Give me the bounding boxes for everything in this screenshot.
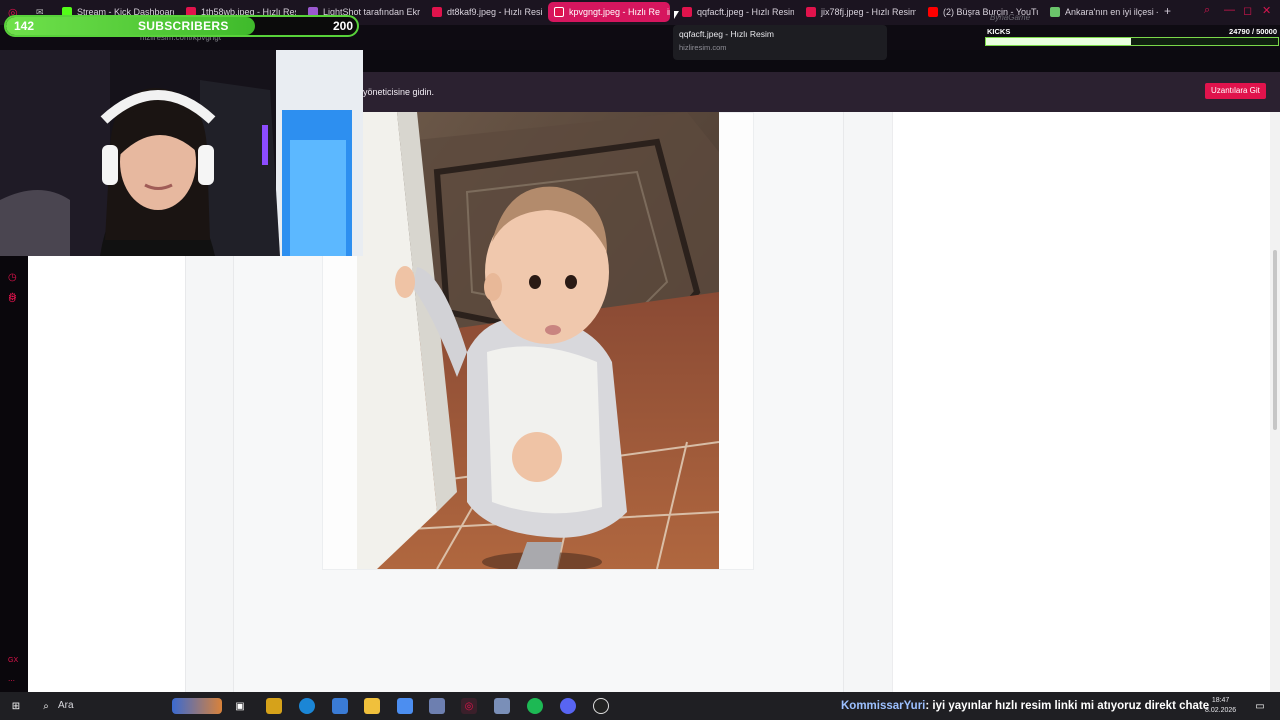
subscriber-current: 142 [14, 19, 35, 33]
kicks-progress-fill [986, 38, 1131, 45]
app-icon-1[interactable] [266, 698, 282, 714]
new-tab-icon[interactable]: + [1164, 4, 1171, 18]
tab-tooltip: qqfacft.jpeg - Hızlı Resim hizliresim.co… [673, 25, 887, 60]
kicks-goal-overlay: KICKS 24790 / 50000 [985, 24, 1279, 48]
task-view-icon[interactable]: ▣ [232, 698, 248, 714]
clock-date: 8.02.2026 [1205, 707, 1237, 714]
tab-dt8kaf9[interactable]: dt8kaf9.jpeg - Hızlı Resim [426, 2, 542, 22]
scrollbar-thumb[interactable] [1273, 250, 1277, 430]
toddler-photo-illustration [357, 112, 719, 569]
subscriber-label: SUBSCRIBERS [138, 19, 229, 33]
tab-jix78fj[interactable]: jix78fj.jpeg - Hızlı Resim [800, 2, 916, 22]
search-tabs-icon[interactable]: ⌕ [1204, 4, 1210, 17]
windows-start-icon[interactable]: ⊞ [8, 698, 24, 714]
discord-icon[interactable] [560, 698, 576, 714]
clock-time: 18:47 [1211, 697, 1230, 704]
subscriber-goal-bar: 142 SUBSCRIBERS 200 [4, 15, 359, 37]
settings-gear-icon[interactable]: ⚙ [8, 292, 17, 303]
kicks-label: KICKS [987, 27, 1011, 36]
go-to-extensions-button[interactable]: Uzantılara Git [1205, 83, 1266, 99]
more-icon[interactable]: ⋯ [8, 677, 15, 685]
tab-qqfacft[interactable]: qqfacft.jpeg - Hızlı Resim [676, 2, 794, 22]
tab-label: kpvgngt.jpeg - Hızlı Re [569, 7, 661, 17]
chat-username: KommissarYuri [841, 700, 926, 712]
system-clock[interactable]: 18:47 8.02.2026 [1205, 696, 1236, 716]
tab-label: Ankara'nın en iyi ilçesi - [1065, 7, 1158, 17]
tab-label: qqfacft.jpeg - Hızlı Resim [697, 7, 794, 17]
tooltip-title: qqfacft.jpeg - Hızlı Resim [679, 29, 774, 39]
close-window-icon[interactable]: ✕ [1262, 4, 1271, 17]
tooltip-domain: hizliresim.com [679, 43, 727, 52]
opera-gx-icon[interactable]: ◎ [461, 698, 477, 714]
player-icon[interactable]: ◷ [8, 272, 17, 283]
webcam-illustration [0, 50, 363, 256]
maximize-icon[interactable]: ◻ [1243, 4, 1252, 17]
minimize-icon[interactable]: — [1224, 4, 1235, 16]
notifications-icon[interactable]: ▭ [1252, 698, 1268, 714]
kicks-value: 24790 / 50000 [1229, 27, 1277, 36]
chat-overlay-message: KommissarYuri: iyi yayınlar hızlı resim … [841, 700, 1209, 712]
notice-text: yöneticisine gidin. [363, 87, 435, 97]
windows-taskbar: ⊞ ⌕ Ara ▣ ◎ KommissarYuri: iyi yayınlar … [0, 692, 1280, 720]
tab-close-text[interactable]: im [667, 7, 670, 17]
hizliresim-icon [554, 7, 564, 17]
subscriber-target: 200 [332, 19, 353, 33]
screen: ◎ ✉ Stream - Kick Dashboard 1th58wb.jpeg… [0, 0, 1280, 720]
kicks-progress-bar [985, 37, 1279, 46]
tab-kpvgngt[interactable]: kpvgngt.jpeg - Hızlı Re im [548, 2, 670, 22]
streamer-webcam [0, 50, 363, 256]
search-icon[interactable]: ⌕ [38, 698, 54, 714]
tab-label: jix78fj.jpeg - Hızlı Resim [821, 7, 916, 17]
store-icon[interactable] [332, 698, 348, 714]
chat-message: : iyi yayınlar hızlı resim linki mi atıy… [925, 700, 1210, 712]
spotify-icon[interactable] [527, 698, 543, 714]
site-icon [1050, 7, 1060, 17]
hizliresim-icon [806, 7, 816, 17]
widgets-icon[interactable] [172, 698, 222, 714]
app-icon-2[interactable] [397, 698, 413, 714]
taskbar-search-label[interactable]: Ara [58, 700, 74, 711]
tab-ankara[interactable]: Ankara'nın en iyi ilçesi - [1044, 2, 1158, 22]
youtube-icon [928, 7, 938, 17]
hizliresim-icon [432, 7, 442, 17]
uploaded-photo[interactable] [357, 112, 719, 569]
obs-icon[interactable] [593, 698, 609, 714]
file-explorer-icon[interactable] [364, 698, 380, 714]
edge-icon[interactable] [299, 698, 315, 714]
mouse-cursor [674, 11, 679, 19]
hizliresim-icon [682, 7, 692, 17]
watermark-logo: BynaGame [990, 13, 1031, 22]
tab-label: dt8kaf9.jpeg - Hızlı Resim [447, 7, 542, 17]
gx-corner-label[interactable]: GX [8, 657, 18, 664]
app-icon-3[interactable] [429, 698, 445, 714]
page-column-right [892, 112, 1270, 692]
page-column-right-margin [844, 112, 892, 692]
app-icon-4[interactable] [494, 698, 510, 714]
